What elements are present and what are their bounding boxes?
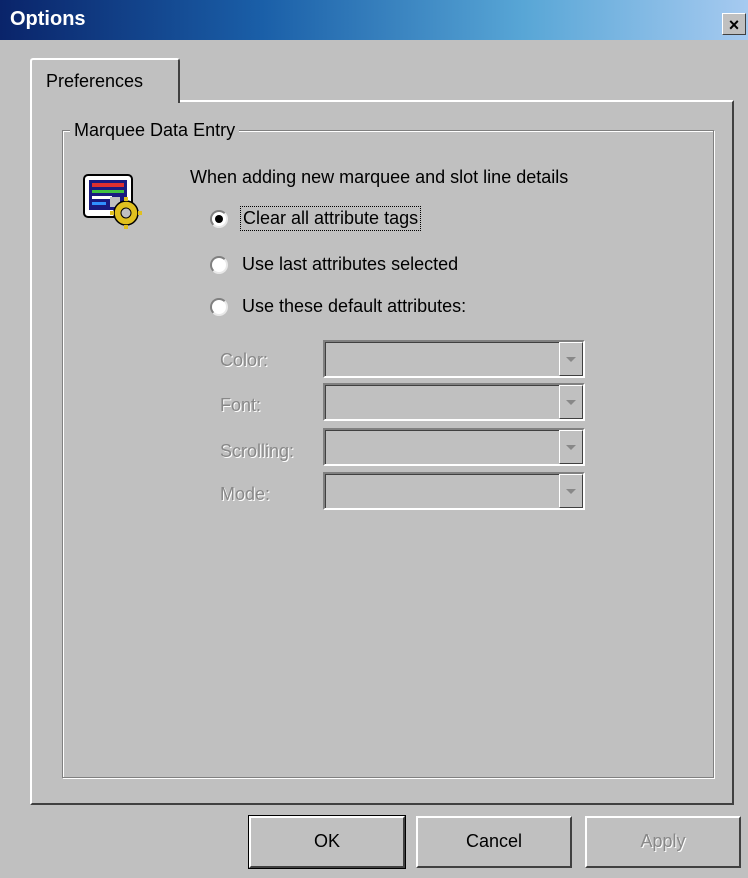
window-title: Options (10, 8, 86, 30)
radio-label: Use these default attributes: (242, 296, 467, 316)
radio-use-last-attributes[interactable]: Use last attributes selected (210, 253, 460, 276)
chevron-down-icon[interactable] (559, 474, 583, 508)
mode-dropdown[interactable] (323, 472, 585, 510)
ok-button[interactable]: OK (248, 815, 406, 869)
cancel-button-label: Cancel (465, 831, 523, 851)
intro-text: When adding new marquee and slot line de… (190, 167, 569, 187)
font-dropdown[interactable] (323, 383, 585, 421)
radio-label: Clear all attribute tags (240, 206, 422, 231)
scrolling-label: Scrolling: (220, 441, 295, 461)
cancel-button[interactable]: Cancel (416, 816, 572, 868)
close-button[interactable]: × (722, 13, 746, 35)
marquee-settings-icon (83, 174, 142, 229)
scrolling-dropdown[interactable] (323, 428, 585, 466)
color-label: Color: (220, 350, 269, 370)
options-dialog: Options × Preferences Marquee Data Entry… (0, 0, 748, 878)
radio-button[interactable] (210, 209, 228, 228)
radio-use-default-attributes[interactable]: Use these default attributes: (210, 295, 468, 318)
mode-value (325, 474, 559, 508)
chevron-down-icon[interactable] (559, 342, 583, 376)
ok-button-label: OK (313, 831, 340, 851)
radio-label: Use last attributes selected (242, 254, 459, 274)
font-value (325, 385, 559, 419)
scrolling-value (325, 430, 559, 464)
color-value (325, 342, 559, 376)
close-icon: × (728, 15, 740, 35)
chevron-down-icon[interactable] (559, 430, 583, 464)
tab-preferences-label: Preferences (46, 71, 144, 91)
radio-button[interactable] (210, 297, 228, 316)
title-bar: Options × (0, 0, 748, 40)
color-dropdown[interactable] (323, 340, 585, 378)
group-label: Marquee Data Entry (70, 120, 240, 141)
radio-clear-all-tags[interactable]: Clear all attribute tags (210, 206, 422, 231)
tab-preferences[interactable]: Preferences (30, 58, 180, 103)
chevron-down-icon[interactable] (559, 385, 583, 419)
mode-label: Mode: (220, 484, 271, 504)
apply-button-label: Apply (640, 831, 686, 851)
apply-button[interactable]: Apply (585, 816, 741, 868)
radio-button[interactable] (210, 255, 228, 274)
font-label: Font: (220, 395, 262, 415)
